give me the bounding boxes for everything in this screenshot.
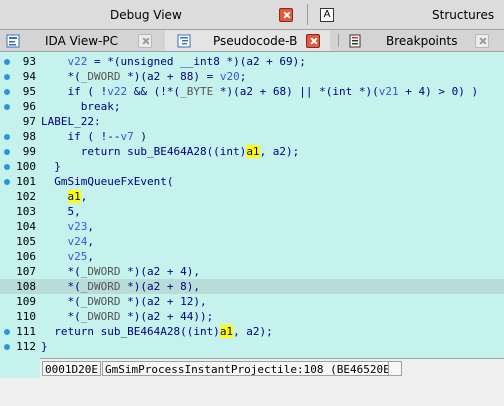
status-bar: 0001D20E GmSimProcessInstantProjectile:1… [40,358,504,378]
tab-breakpoints[interactable]: Breakpoints [342,30,504,51]
line-number: 96 [22,100,36,113]
line-number: 97 [22,115,36,128]
status-left-strip [0,358,40,378]
code-text: *(_DWORD *)(a2 + 12), [41,295,207,308]
code-line[interactable]: 99 return sub_BE464A28((int)a1, a2); [0,144,504,159]
code-line[interactable]: 106 v25, [0,249,504,264]
highlighted-token: a1 [246,145,260,158]
status-address: 0001D20E [42,361,101,376]
code-line[interactable]: 94 *(_DWORD *)(a2 + 88) = v20; [0,69,504,84]
code-text: LABEL_22: [41,115,101,128]
line-number: 102 [16,190,36,203]
line-number: 108 [16,280,36,293]
code-text: break; [41,100,121,113]
pseudocode-icon [177,34,191,48]
line-number: 104 [16,220,36,233]
code-text: *(_DWORD *)(a2 + 44)); [41,310,214,323]
highlighted-token: a1 [219,325,234,338]
code-line[interactable]: 100 } [0,159,504,174]
line-number: 100 [16,160,36,173]
tab-structures-label: Structures [432,7,495,22]
pseudocode-editor[interactable]: 93 v22 = *(unsigned __int8 *)(a2 + 69); 9… [0,52,504,358]
line-number: 99 [22,145,36,158]
tab-pseudocode-b-label: Pseudocode-B [213,33,298,48]
line-number: 101 [16,175,36,188]
status-location: GmSimProcessInstantProjectile:108 (BE465… [102,361,400,376]
code-text: *(_DWORD *)(a2 + 4), [41,265,200,278]
code-line[interactable]: 103 5, [0,204,504,219]
code-line[interactable]: 101 GmSimQueueFxEvent( [0,174,504,189]
top-tab-bar: Debug View A Structures [0,0,504,30]
line-number: 111 [16,325,36,338]
tab-separator [338,34,339,47]
tab-structures[interactable]: A Structures [314,0,504,29]
close-icon[interactable] [279,7,293,22]
code-line[interactable]: 110 *(_DWORD *)(a2 + 44)); [0,309,504,324]
tab-separator [307,4,308,25]
line-number: 105 [16,235,36,248]
code-text: v23, [67,220,95,233]
code-line[interactable]: 97 LABEL_22: [0,114,504,129]
bottom-area [0,378,504,406]
breakpoints-icon [348,34,362,48]
code-line[interactable]: 105 v24, [0,234,504,249]
line-number: 107 [16,265,36,278]
highlighted-token: a1 [67,190,81,203]
code-line[interactable]: 96 break; [0,99,504,114]
code-line[interactable]: 102 a1, [0,189,504,204]
code-text: v25, [67,250,95,263]
code-line[interactable]: 112} [0,339,504,354]
code-text: } [41,160,61,173]
line-number: 95 [22,85,36,98]
tab-pseudocode-b[interactable]: Pseudocode-B [165,30,330,51]
line-number: 93 [22,55,36,68]
code-text: 5, [41,205,81,218]
code-line[interactable]: 111 return sub_BE464A28((int)a1, a2); [0,324,504,339]
line-number: 106 [16,250,36,263]
tab-ida-view-pc-label: IDA View-PC [45,33,119,48]
close-icon[interactable] [306,33,320,48]
code-line[interactable]: 98 if ( !--v7 ) [0,129,504,144]
code-line[interactable]: 104 v23, [0,219,504,234]
code-line[interactable]: 108 *(_DWORD *)(a2 + 8), [0,279,504,294]
tab-debug-view-label: Debug View [110,7,182,22]
code-text: return sub_BE464A28((int)a1, a2); [41,325,273,338]
structures-icon: A [320,7,334,22]
code-line[interactable]: 109 *(_DWORD *)(a2 + 12), [0,294,504,309]
code-text: return sub_BE464A28((int)a1, a2); [41,145,300,158]
tab-ida-view-pc[interactable]: IDA View-PC [0,30,160,51]
line-number: 94 [22,70,36,83]
close-icon[interactable] [138,33,152,48]
code-text: a1, [67,190,88,203]
line-number: 103 [16,205,36,218]
view-tab-bar: IDA View-PC Pseudocode-B Breakpoints [0,30,504,52]
line-number: 112 [16,340,36,353]
tab-debug-view[interactable]: Debug View [0,0,300,29]
line-number: 110 [16,310,36,323]
code-text: v22 = *(unsigned __int8 *)(a2 + 69); [67,55,306,68]
code-line[interactable]: 95 if ( !v22 && (!*(_BYTE *)(a2 + 68) ||… [0,84,504,99]
code-text: *(_DWORD *)(a2 + 8), [41,280,200,293]
code-text: v24, [67,235,95,248]
code-text: } [41,340,48,353]
line-number: 109 [16,295,36,308]
code-text: if ( !--v7 ) [41,130,147,143]
code-line[interactable]: 107 *(_DWORD *)(a2 + 4), [0,264,504,279]
code-text: *(_DWORD *)(a2 + 88) = v20; [41,70,247,83]
code-text: if ( !v22 && (!*(_BYTE *)(a2 + 68) || *(… [41,85,479,98]
close-icon[interactable] [475,33,489,48]
line-number: 98 [22,130,36,143]
ida-view-icon [6,34,20,48]
tab-breakpoints-label: Breakpoints [386,33,458,48]
code-line[interactable]: 93 v22 = *(unsigned __int8 *)(a2 + 69); [0,54,504,69]
code-text: GmSimQueueFxEvent( [41,175,174,188]
status-empty-cell [388,361,402,376]
